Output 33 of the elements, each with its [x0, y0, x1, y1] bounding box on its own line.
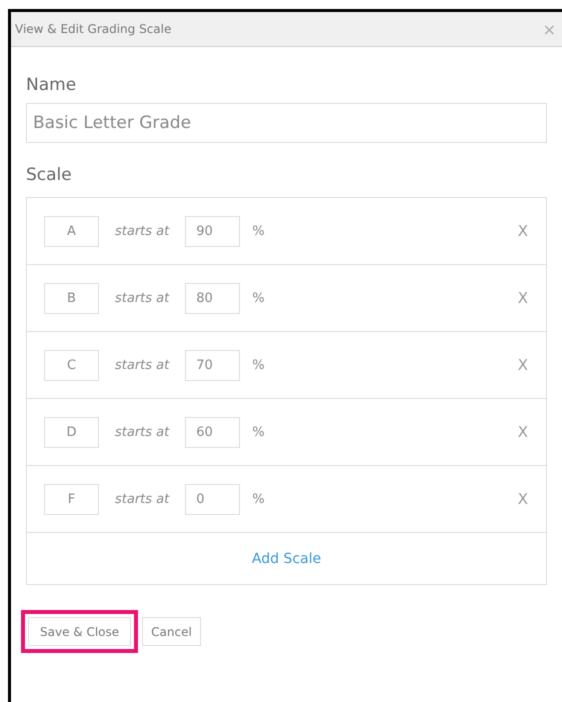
starts-at-label: starts at — [115, 290, 170, 306]
close-button[interactable]: × — [538, 20, 560, 38]
letter-field[interactable]: B — [44, 282, 99, 314]
percent-label: % — [252, 224, 265, 238]
section-label: Scale — [26, 165, 72, 185]
dialog-button[interactable]: Cancel — [142, 617, 201, 646]
letter-field[interactable]: F — [44, 484, 99, 514]
letter-field[interactable]: A — [44, 216, 99, 246]
letter-field[interactable]: D — [44, 416, 99, 448]
window-title: View & Edit Grading Scale — [15, 22, 172, 36]
remove-button[interactable]: X — [512, 288, 534, 308]
percent-field[interactable]: 60 — [185, 416, 240, 448]
remove-button[interactable]: X — [512, 422, 534, 442]
remove-button[interactable]: X — [512, 221, 534, 241]
percent-field[interactable]: 80 — [185, 282, 240, 314]
remove-button[interactable]: X — [512, 355, 534, 375]
percent-label: % — [252, 492, 265, 506]
starts-at-label: starts at — [115, 358, 170, 372]
starts-at-label: starts at — [115, 424, 170, 440]
starts-at-label: starts at — [115, 224, 170, 238]
percent-label: % — [252, 290, 265, 306]
percent-field[interactable]: 90 — [185, 216, 240, 246]
percent-label: % — [252, 358, 265, 372]
name-field[interactable]: Basic Letter Grade — [26, 103, 547, 143]
percent-field[interactable]: 0 — [185, 484, 240, 514]
dialog-button[interactable]: Save & Close — [21, 610, 138, 653]
field-label: Name — [26, 75, 76, 95]
add-scale-link[interactable]: Add Scale — [252, 550, 322, 566]
remove-button[interactable]: X — [512, 489, 534, 509]
letter-field[interactable]: C — [44, 350, 99, 380]
percent-field[interactable]: 70 — [185, 350, 240, 380]
starts-at-label: starts at — [115, 492, 170, 506]
percent-label: % — [252, 424, 265, 440]
